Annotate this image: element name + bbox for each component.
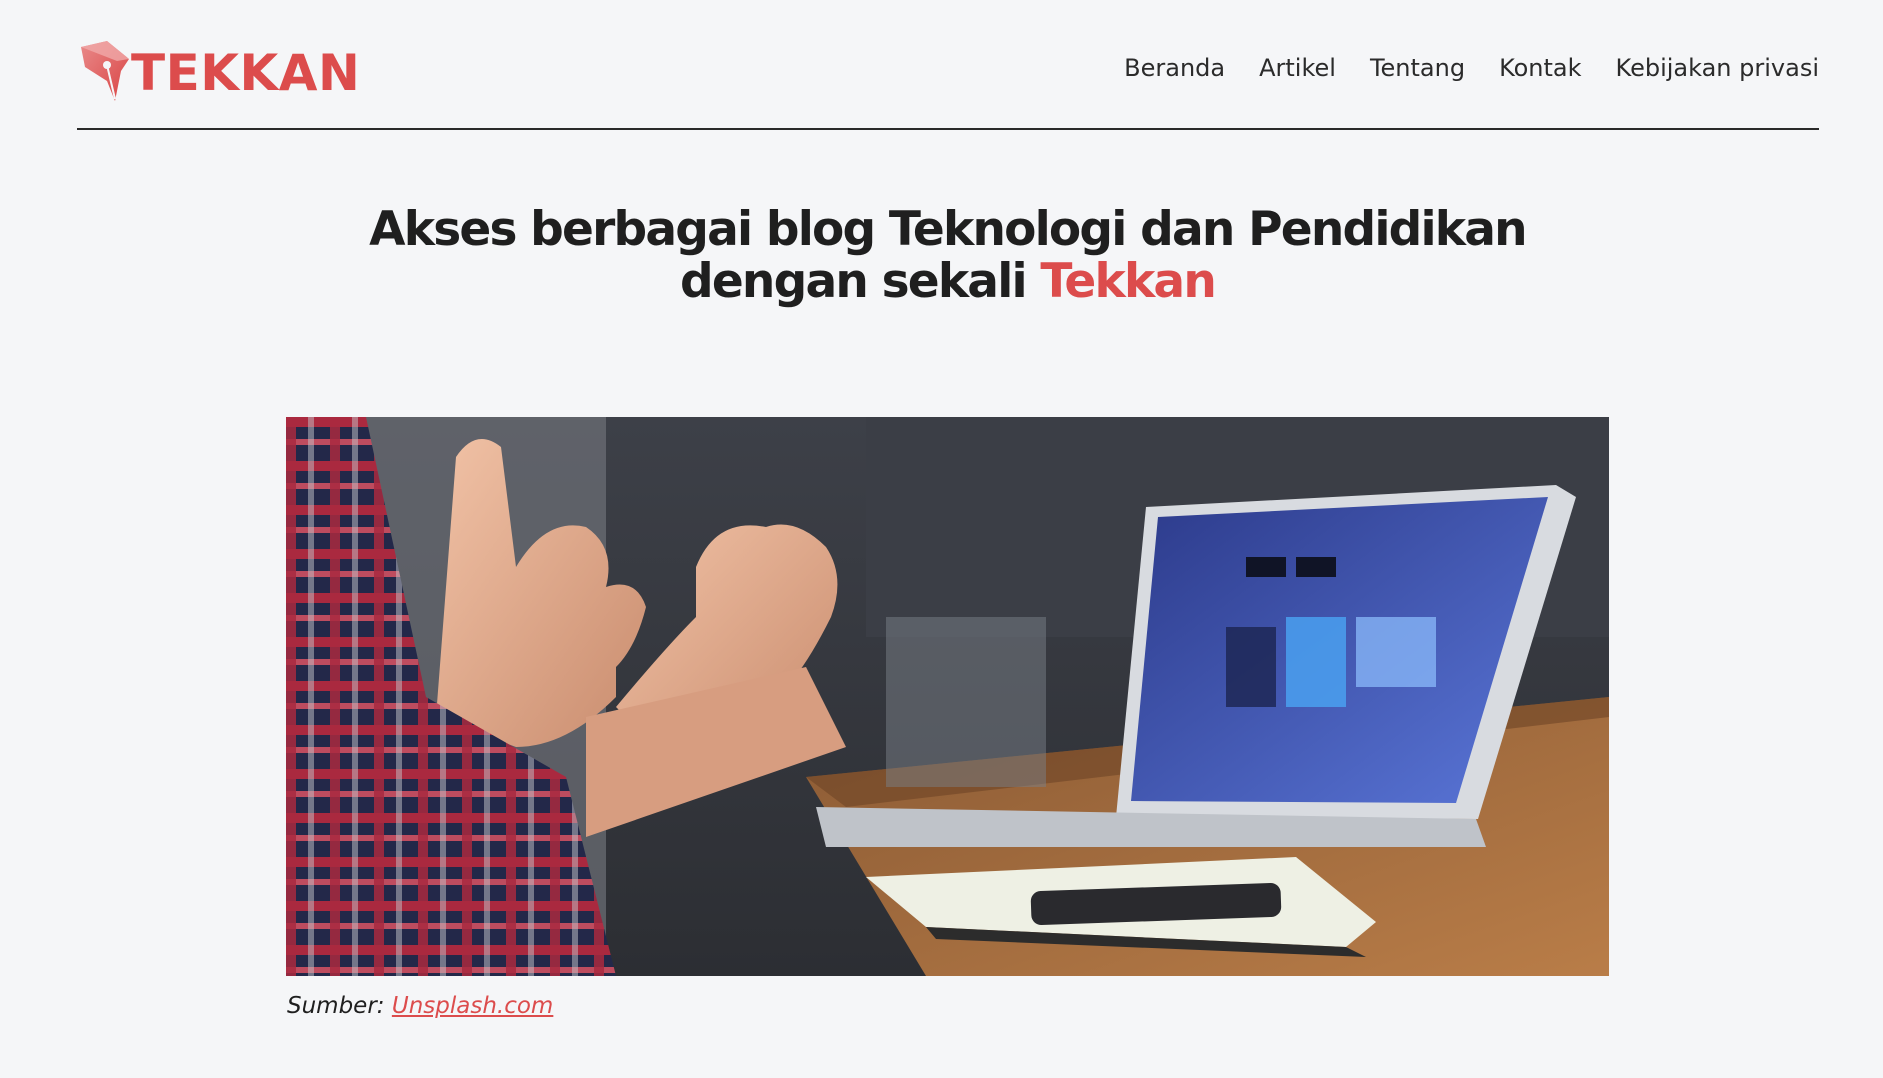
page: TEKKAN Beranda Artikel Tentang Kontak Ke…: [0, 0, 1883, 1078]
hero-title: Akses berbagai blog Teknologi dan Pendid…: [340, 204, 1555, 308]
main-nav: Beranda Artikel Tentang Kontak Kebijakan…: [1124, 54, 1819, 82]
pen-nib-icon: [77, 37, 131, 109]
hero-title-line2: dengan sekali: [680, 254, 1041, 309]
nav-item-artikel[interactable]: Artikel: [1259, 54, 1336, 82]
nav-item-kebijakan-privasi[interactable]: Kebijakan privasi: [1616, 54, 1819, 82]
image-caption: Sumber: Unsplash.com: [287, 993, 553, 1019]
hero-image: [286, 417, 1609, 976]
site-header: TEKKAN Beranda Artikel Tentang Kontak Ke…: [77, 34, 1819, 130]
brand-name: TEKKAN: [131, 44, 361, 102]
nav-item-beranda[interactable]: Beranda: [1124, 54, 1225, 82]
nav-item-tentang[interactable]: Tentang: [1370, 54, 1465, 82]
hero-title-highlight: Tekkan: [1040, 254, 1216, 309]
nav-item-kontak[interactable]: Kontak: [1499, 54, 1581, 82]
caption-source-link[interactable]: Unsplash.com: [392, 993, 553, 1019]
site-logo[interactable]: TEKKAN: [77, 36, 360, 110]
caption-prefix: Sumber:: [287, 993, 392, 1019]
hero-title-line1: Akses berbagai blog Teknologi dan Pendid…: [369, 202, 1527, 257]
